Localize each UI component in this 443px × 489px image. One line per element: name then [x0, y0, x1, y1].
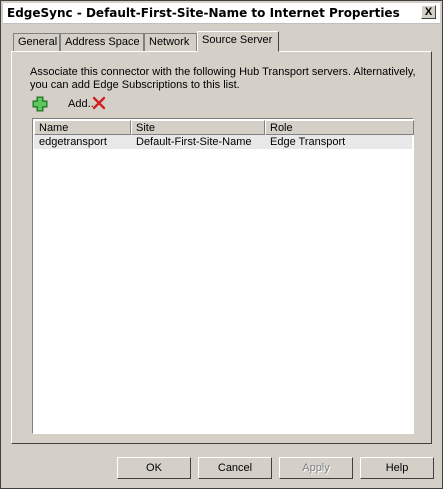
- apply-label: Apply: [302, 462, 330, 474]
- help-label: Help: [385, 462, 409, 474]
- remove-button[interactable]: [92, 96, 106, 113]
- column-header-site[interactable]: Site: [131, 120, 265, 135]
- add-plus-icon: [32, 96, 48, 112]
- tab-address-space[interactable]: Address Space: [60, 33, 144, 51]
- column-header-name[interactable]: Name: [34, 120, 131, 135]
- column-header-role[interactable]: Role: [265, 120, 414, 135]
- cell-role: Edge Transport: [270, 136, 346, 148]
- tab-label: Source Server: [202, 34, 273, 46]
- column-label: Site: [136, 122, 155, 134]
- window-title: EdgeSync - Default-First-Site-Name to In…: [7, 6, 400, 20]
- column-label: Name: [39, 122, 69, 134]
- tab-source-server[interactable]: Source Server: [197, 31, 279, 52]
- tab-label: General: [18, 36, 58, 48]
- column-label: Role: [270, 122, 293, 134]
- properties-dialog: EdgeSync - Default-First-Site-Name to In…: [0, 0, 443, 489]
- tab-general[interactable]: General: [13, 33, 60, 51]
- server-list[interactable]: Name Site Role edgetransport Default-Fir…: [32, 118, 414, 434]
- title-bar[interactable]: EdgeSync - Default-First-Site-Name to In…: [3, 3, 440, 24]
- list-header: Name Site Role: [34, 120, 414, 135]
- source-server-panel: Associate this connector with the follow…: [11, 51, 432, 444]
- tab-network[interactable]: Network: [144, 33, 197, 51]
- ok-label: OK: [146, 462, 162, 474]
- close-icon: X: [424, 6, 433, 18]
- cancel-button[interactable]: Cancel: [198, 457, 272, 479]
- cell-site: Default-First-Site-Name: [136, 136, 252, 148]
- help-button[interactable]: Help: [360, 457, 434, 479]
- red-x-icon: [92, 96, 106, 110]
- close-button[interactable]: X: [421, 5, 436, 19]
- tab-label: Address Space: [65, 36, 140, 48]
- table-row[interactable]: edgetransport Default-First-Site-Name Ed…: [34, 135, 412, 149]
- cancel-label: Cancel: [217, 462, 253, 474]
- tab-label: Network: [149, 36, 190, 48]
- apply-button[interactable]: Apply: [279, 457, 353, 479]
- panel-description: Associate this connector with the follow…: [30, 66, 416, 91]
- ok-button[interactable]: OK: [117, 457, 191, 479]
- cell-name: edgetransport: [39, 136, 107, 148]
